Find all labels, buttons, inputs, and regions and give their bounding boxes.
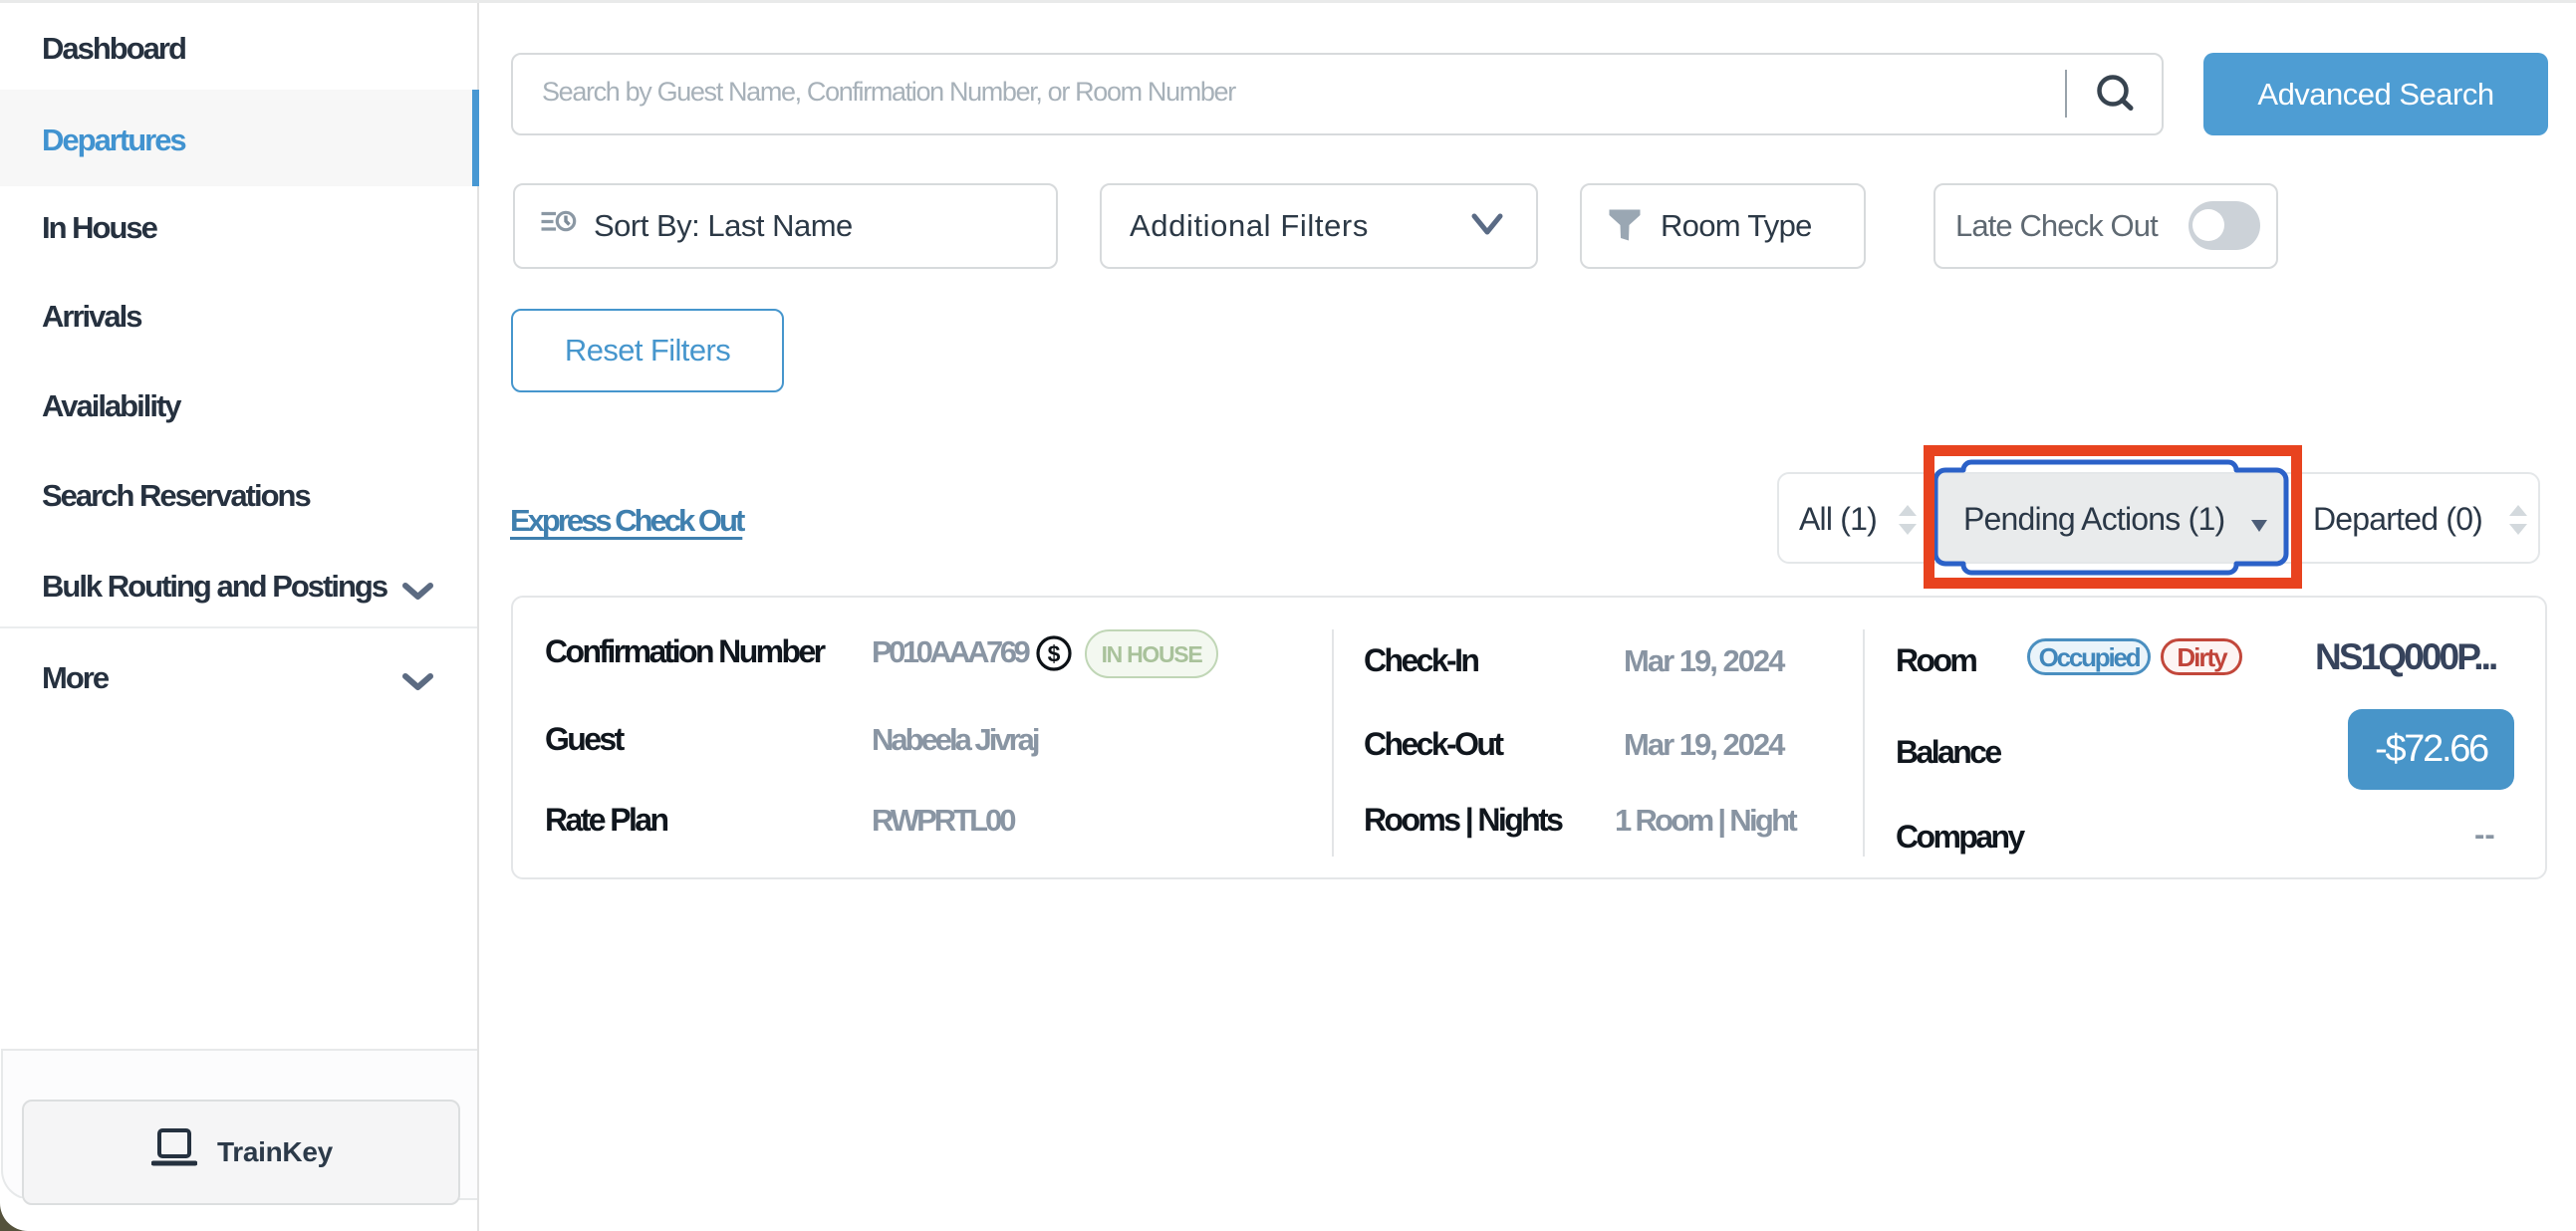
svg-text:$: $: [1048, 641, 1061, 667]
